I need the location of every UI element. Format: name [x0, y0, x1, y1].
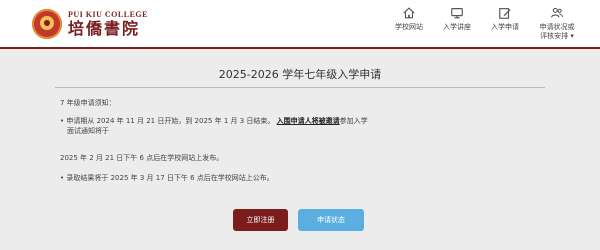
site-header: PUI KIU COLLEGE 培僑書院 学校网站 入学讲座 入学申请 申请状况…: [0, 0, 600, 49]
title-divider: [55, 87, 545, 88]
chevron-down-icon: ▾: [570, 32, 574, 40]
results-bullet: • 录取结果将于 2025 年 3 月 17 日下午 6 点后在学校网站上公布。: [60, 174, 274, 182]
bullet-text-line2: 面试通知将于: [67, 127, 109, 135]
application-status-button[interactable]: 申请状态: [298, 209, 364, 231]
nav-label: 申请状况或 评核安排 ▾: [540, 23, 575, 41]
bullet-text: • 申请期从 2024 年 11 月 21 日开始，到 2025 年 1 月 3…: [60, 117, 275, 125]
monitor-icon: [451, 8, 463, 19]
invited-applicants-link[interactable]: 入围申请人将被邀请: [277, 117, 340, 125]
nav-label: 入学申请: [491, 23, 519, 31]
nav-application-status[interactable]: 申请状况或 评核安排 ▾: [532, 6, 582, 41]
notice-heading: 7 年级申请须知：: [60, 99, 116, 107]
logo-chinese-name: 培僑書院: [68, 19, 141, 38]
application-period-bullet: • 申请期从 2024 年 11 月 21 日开始，到 2025 年 1 月 3…: [60, 116, 390, 136]
nav-label: 入学讲座: [443, 23, 471, 31]
nav-label: 学校网站: [395, 23, 423, 31]
home-icon: [403, 7, 415, 19]
interview-date-line: 2025 年 2 月 21 日下午 6 点后在学校网站上发布。: [60, 154, 224, 162]
school-emblem-icon: [32, 9, 62, 39]
page-title: 2025-2026 学年七年级入学申请: [218, 68, 382, 81]
school-logo[interactable]: PUI KIU COLLEGE 培僑書院: [32, 6, 148, 42]
logo-text: PUI KIU COLLEGE 培僑書院: [68, 10, 148, 38]
nav-admission-application[interactable]: 入学申请: [484, 6, 526, 41]
register-now-button[interactable]: 立即注册: [233, 209, 288, 231]
bullet-text-suffix: 参加入学: [339, 117, 368, 125]
main-content: 2025-2026 学年七年级入学申请 7 年级申请须知： • 申请期从 202…: [0, 49, 600, 250]
nav-school-website[interactable]: 学校网站: [388, 6, 430, 41]
edit-icon: [499, 8, 511, 19]
top-nav: 学校网站 入学讲座 入学申请 申请状况或 评核安排 ▾: [382, 6, 582, 41]
people-icon: [551, 7, 564, 18]
nav-admission-talk[interactable]: 入学讲座: [436, 6, 478, 41]
